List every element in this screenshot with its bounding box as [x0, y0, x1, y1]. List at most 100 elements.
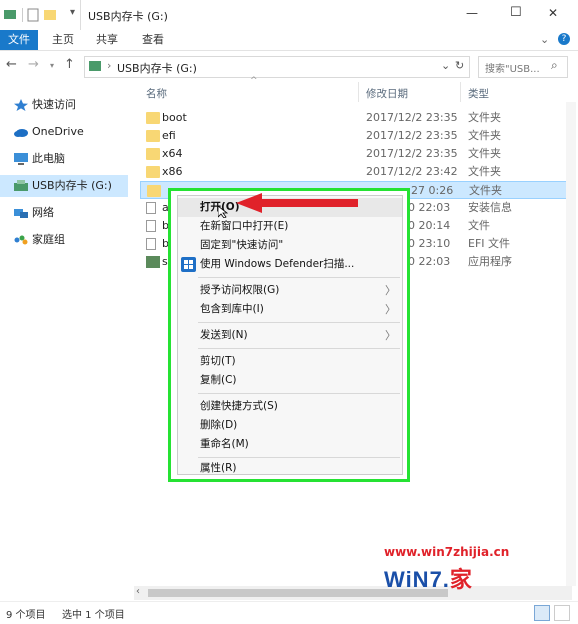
- submenu-arrow-icon: 〉: [385, 329, 396, 342]
- nav-onedrive[interactable]: OneDrive: [0, 121, 128, 143]
- new-folder-icon: [44, 10, 56, 20]
- file-row[interactable]: efi 2017/12/2 23:35 文件夹: [140, 127, 576, 145]
- file-icon: [146, 238, 156, 250]
- nav-usb-drive[interactable]: USB内存卡 (G:): [0, 175, 128, 197]
- column-date[interactable]: 修改日期: [366, 86, 408, 101]
- folder-icon: [146, 130, 160, 142]
- details-view-icon[interactable]: [534, 605, 550, 621]
- menu-delete[interactable]: 删除(D): [178, 416, 402, 435]
- nav-label: OneDrive: [32, 125, 84, 138]
- tab-file[interactable]: 文件: [0, 30, 38, 50]
- submenu-arrow-icon: 〉: [385, 284, 396, 297]
- file-type: 安装信息: [468, 201, 512, 214]
- menu-grant-access[interactable]: 授予访问权限(G) 〉: [178, 281, 402, 300]
- menu-label: 复制(C): [200, 374, 237, 386]
- tab-share[interactable]: 共享: [88, 30, 126, 50]
- large-icons-view-icon[interactable]: [554, 605, 570, 621]
- navigation-pane: 快速访问 OneDrive 此电脑 USB内存卡 (G:) 网络 家庭组: [0, 80, 130, 600]
- address-dropdown-icon[interactable]: ⌄: [441, 59, 450, 72]
- file-date: 2017/12/2 23:35: [366, 111, 458, 124]
- tab-home[interactable]: 主页: [44, 30, 82, 50]
- menu-properties[interactable]: 属性(R): [178, 461, 402, 475]
- maximize-button[interactable]: ☐: [510, 5, 522, 20]
- menu-label: 属性(R): [200, 462, 237, 474]
- forward-button[interactable]: →: [28, 57, 39, 72]
- status-bar: 9 个项目 选中 1 个项目: [0, 601, 578, 624]
- file-icon: [146, 202, 156, 214]
- menu-defender-scan[interactable]: 使用 Windows Defender扫描...: [178, 255, 402, 274]
- watermark-url: www.win7zhijia.cn: [384, 545, 510, 559]
- menu-pin-quick-access[interactable]: 固定到"快速访问": [178, 236, 402, 255]
- tab-view[interactable]: 查看: [134, 30, 172, 50]
- horizontal-scrollbar[interactable]: ‹: [134, 586, 572, 600]
- file-row[interactable]: x86 2017/12/2 23:42 文件夹: [140, 163, 576, 181]
- nav-this-pc[interactable]: 此电脑: [0, 148, 128, 170]
- menu-label: 重命名(M): [200, 438, 249, 450]
- nav-label: USB内存卡 (G:): [32, 179, 112, 192]
- menu-cut[interactable]: 剪切(T): [178, 352, 402, 371]
- minimize-button[interactable]: —: [466, 6, 478, 20]
- homegroup-icon: [14, 235, 28, 245]
- context-menu-highlight: 打开(O) 在新窗口中打开(E) 固定到"快速访问" 使用 Windows De…: [168, 188, 410, 482]
- menu-separator: [198, 277, 400, 278]
- column-type[interactable]: 类型: [468, 86, 489, 101]
- menu-label: 剪切(T): [200, 355, 236, 367]
- up-button[interactable]: ↑: [64, 57, 75, 72]
- nav-quick-access[interactable]: 快速访问: [0, 94, 128, 116]
- column-name[interactable]: 名称: [146, 86, 167, 101]
- recent-dropdown-icon[interactable]: ▾: [50, 61, 54, 70]
- menu-label: 包含到库中(I): [200, 303, 264, 315]
- back-button[interactable]: ←: [6, 57, 17, 72]
- red-arrow-icon: [236, 193, 358, 213]
- watermark-logo: WiN7.家: [384, 562, 473, 594]
- menu-label: 创建快捷方式(S): [200, 400, 278, 412]
- menu-label: 发送到(N): [200, 329, 248, 341]
- menu-create-shortcut[interactable]: 创建快捷方式(S): [178, 397, 402, 416]
- file-date: 2017/12/2 23:35: [366, 129, 458, 142]
- file-type: 文件夹: [468, 129, 501, 142]
- search-placeholder: 搜索"USB...: [485, 64, 540, 75]
- nav-homegroup[interactable]: 家庭组: [0, 229, 128, 251]
- file-name: s: [162, 255, 168, 268]
- file-row[interactable]: boot 2017/12/2 23:35 文件夹: [140, 109, 576, 127]
- file-name: efi: [162, 129, 176, 142]
- network-icon: [14, 209, 28, 218]
- scroll-left-icon[interactable]: ‹: [136, 586, 140, 597]
- quick-access-toolbar[interactable]: [4, 8, 64, 22]
- file-type: EFI 文件: [468, 237, 511, 250]
- vertical-scrollbar[interactable]: [566, 102, 576, 586]
- window-title: USB内存卡 (G:): [88, 10, 168, 23]
- nav-network[interactable]: 网络: [0, 202, 128, 224]
- menu-send-to[interactable]: 发送到(N) 〉: [178, 326, 402, 345]
- menu-label: 使用 Windows Defender扫描...: [200, 258, 355, 270]
- qat-dropdown-icon[interactable]: ▾: [70, 7, 75, 18]
- file-name: x64: [162, 147, 183, 160]
- close-button[interactable]: ✕: [548, 6, 558, 20]
- breadcrumb[interactable]: USB内存卡 (G:): [117, 60, 197, 76]
- item-count: 9 个项目: [6, 610, 46, 621]
- menu-open-new-window[interactable]: 在新窗口中打开(E): [178, 217, 402, 236]
- menu-rename[interactable]: 重命名(M): [178, 435, 402, 454]
- menu-separator: [198, 457, 400, 458]
- refresh-icon[interactable]: ↻: [455, 59, 464, 72]
- folder-icon: [146, 148, 160, 160]
- search-icon[interactable]: ⌕: [551, 58, 558, 73]
- file-row[interactable]: x64 2017/12/2 23:35 文件夹: [140, 145, 576, 163]
- search-input[interactable]: 搜索"USB... ⌕: [478, 56, 568, 78]
- menu-copy[interactable]: 复制(C): [178, 371, 402, 390]
- file-date: 0 20:14: [408, 219, 451, 232]
- watermark-brand: WiN7.: [384, 567, 450, 592]
- usb-drive-icon: [14, 180, 28, 191]
- folder-icon: [146, 166, 160, 178]
- menu-include-library[interactable]: 包含到库中(I) 〉: [178, 300, 402, 319]
- breadcrumb-separator-icon: ›: [107, 59, 112, 72]
- help-icon[interactable]: ?: [558, 33, 570, 45]
- ribbon-tabs: 文件 主页 共享 查看 ⌄ ?: [0, 30, 578, 51]
- file-date: 2017/12/2 23:42: [366, 165, 458, 178]
- selection-count: 选中 1 个项目: [62, 610, 125, 621]
- title-divider: [80, 0, 81, 30]
- address-bar[interactable]: › USB内存卡 (G:) ⌄ ↻: [84, 56, 470, 78]
- file-type: 文件夹: [468, 111, 501, 124]
- ribbon-expand-icon[interactable]: ⌄: [540, 33, 549, 46]
- menu-label: 固定到"快速访问": [200, 239, 284, 251]
